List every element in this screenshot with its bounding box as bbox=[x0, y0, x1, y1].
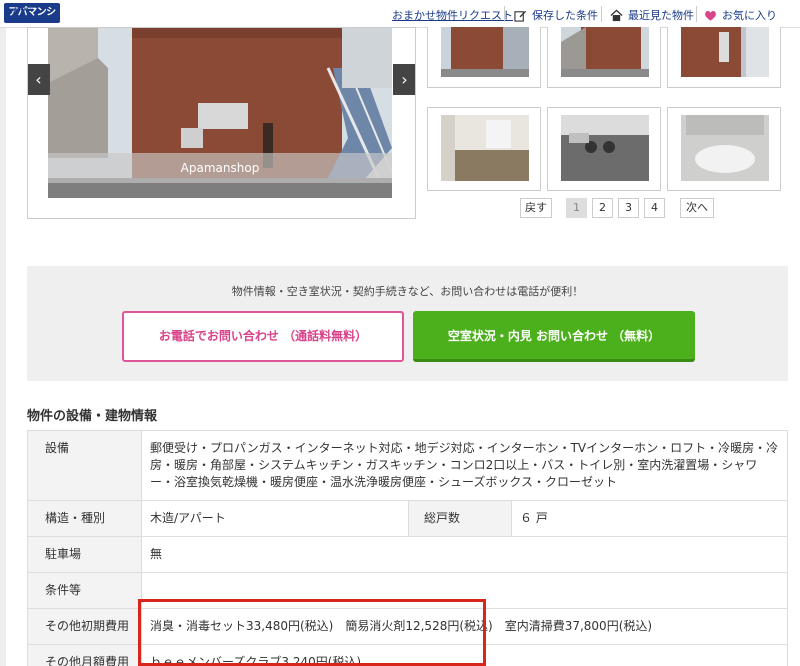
request-link[interactable]: おまかせ物件リクエスト bbox=[392, 7, 513, 23]
chevron-right-icon: › bbox=[401, 70, 408, 89]
table-row: その他初期費用 消臭・消毒セット33,480円(税込) 簡易消火剤12,528円… bbox=[27, 608, 788, 645]
table-row: 条件等 bbox=[27, 572, 788, 609]
table-row: 構造・種別 木造/アパート 総戸数 ６ 戸 bbox=[27, 500, 788, 537]
pagination-page-1[interactable]: 1 bbox=[566, 198, 587, 218]
table-row: その他月額費用 ｂｅｅメンバーズクラブ3,240円(税込) bbox=[27, 644, 788, 666]
prev-photo-button[interactable]: ‹ bbox=[28, 64, 50, 95]
table-row: 駐車場 無 bbox=[27, 536, 788, 573]
thumbnail[interactable] bbox=[547, 107, 661, 191]
main-photo-frame: Apamanshop ‹ › bbox=[27, 27, 416, 219]
header-divider bbox=[601, 6, 602, 22]
favorites-link[interactable]: お気に入り bbox=[704, 7, 777, 23]
main-photo[interactable]: Apamanshop bbox=[48, 28, 392, 198]
row-label: 駐車場 bbox=[27, 536, 142, 573]
favorites-label: お気に入り bbox=[722, 9, 777, 22]
row-label: 総戸数 bbox=[408, 500, 512, 537]
structure-value: 木造/アパート bbox=[141, 500, 409, 537]
thumbnail-image bbox=[561, 27, 649, 77]
site-logo[interactable]: Friendly Partner アパマンショップ bbox=[4, 3, 60, 38]
thumbnail-image bbox=[441, 27, 529, 77]
request-link-label: おまかせ物件リクエスト bbox=[392, 9, 513, 22]
left-edge bbox=[0, 28, 6, 666]
contact-section: 物件情報・空き室状況・契約手続きなど、お問い合わせは電話が便利！ お電話でお問い… bbox=[27, 266, 788, 381]
home-icon bbox=[610, 9, 623, 21]
thumbnail-image bbox=[441, 115, 529, 181]
header-divider bbox=[696, 6, 697, 22]
recently-viewed-label: 最近見た物件 bbox=[628, 9, 694, 22]
monthly-costs-value: ｂｅｅメンバーズクラブ3,240円(税込) bbox=[141, 644, 788, 666]
equipment-value: 郵便受け・プロパンガス・インターネット対応・地デジ対応・インターホン・TVインタ… bbox=[141, 430, 788, 501]
thumbnail-image bbox=[681, 115, 769, 181]
row-label: その他月額費用 bbox=[27, 644, 142, 666]
chevron-left-icon: ‹ bbox=[35, 70, 42, 89]
pagination-page-3[interactable]: 3 bbox=[618, 198, 639, 218]
pagination-next-button[interactable]: 次へ bbox=[680, 198, 714, 218]
thumbnail[interactable] bbox=[427, 107, 541, 191]
facilities-table: 設備 郵便受け・プロパンガス・インターネット対応・地デジ対応・インターホン・TV… bbox=[27, 430, 788, 666]
conditions-value bbox=[141, 572, 788, 609]
thumbnail[interactable] bbox=[427, 27, 541, 88]
thumbnail[interactable] bbox=[667, 107, 781, 191]
saved-conditions-label: 保存した条件 bbox=[532, 9, 598, 22]
logo-tagline: Friendly Partner bbox=[4, 7, 33, 12]
phone-inquiry-button[interactable]: お電話でお問い合わせ （通話料無料） bbox=[122, 311, 404, 362]
contact-message: 物件情報・空き室状況・契約手続きなど、お問い合わせは電話が便利！ bbox=[231, 285, 584, 298]
row-label: 構造・種別 bbox=[27, 500, 142, 537]
parking-value: 無 bbox=[141, 536, 788, 573]
thumbnail-image bbox=[681, 27, 769, 77]
total-units-value: ６ 戸 bbox=[511, 500, 788, 537]
recently-viewed-link[interactable]: 最近見た物件 bbox=[610, 7, 694, 23]
table-row: 設備 郵便受け・プロパンガス・インターネット対応・地デジ対応・インターホン・TV… bbox=[27, 430, 788, 501]
next-photo-button[interactable]: › bbox=[393, 64, 415, 95]
row-label: 条件等 bbox=[27, 572, 142, 609]
section-title: 物件の設備・建物情報 bbox=[27, 409, 158, 424]
thumbnail[interactable] bbox=[547, 27, 661, 88]
saved-conditions-link[interactable]: 保存した条件 bbox=[514, 7, 598, 23]
pagination-page-4[interactable]: 4 bbox=[644, 198, 665, 218]
thumbnail[interactable] bbox=[667, 27, 781, 88]
heart-icon bbox=[705, 10, 716, 21]
header-divider bbox=[504, 6, 505, 22]
initial-costs-value: 消臭・消毒セット33,480円(税込) 簡易消火剤12,528円(税込) 室内清… bbox=[141, 608, 788, 645]
thumbnail-image bbox=[561, 115, 649, 181]
row-label: 設備 bbox=[27, 430, 142, 501]
edit-icon bbox=[514, 10, 527, 22]
site-header: Friendly Partner アパマンショップ おまかせ物件リクエスト 保存… bbox=[0, 0, 800, 38]
vacancy-inquiry-button[interactable]: 空室状況・内見 お問い合わせ （無料） bbox=[413, 311, 695, 362]
pagination-page-2[interactable]: 2 bbox=[592, 198, 613, 218]
photo-caption: Apamanshop bbox=[48, 153, 392, 183]
pagination-prev-button[interactable]: 戻す bbox=[520, 198, 552, 218]
row-label: その他初期費用 bbox=[27, 608, 142, 645]
